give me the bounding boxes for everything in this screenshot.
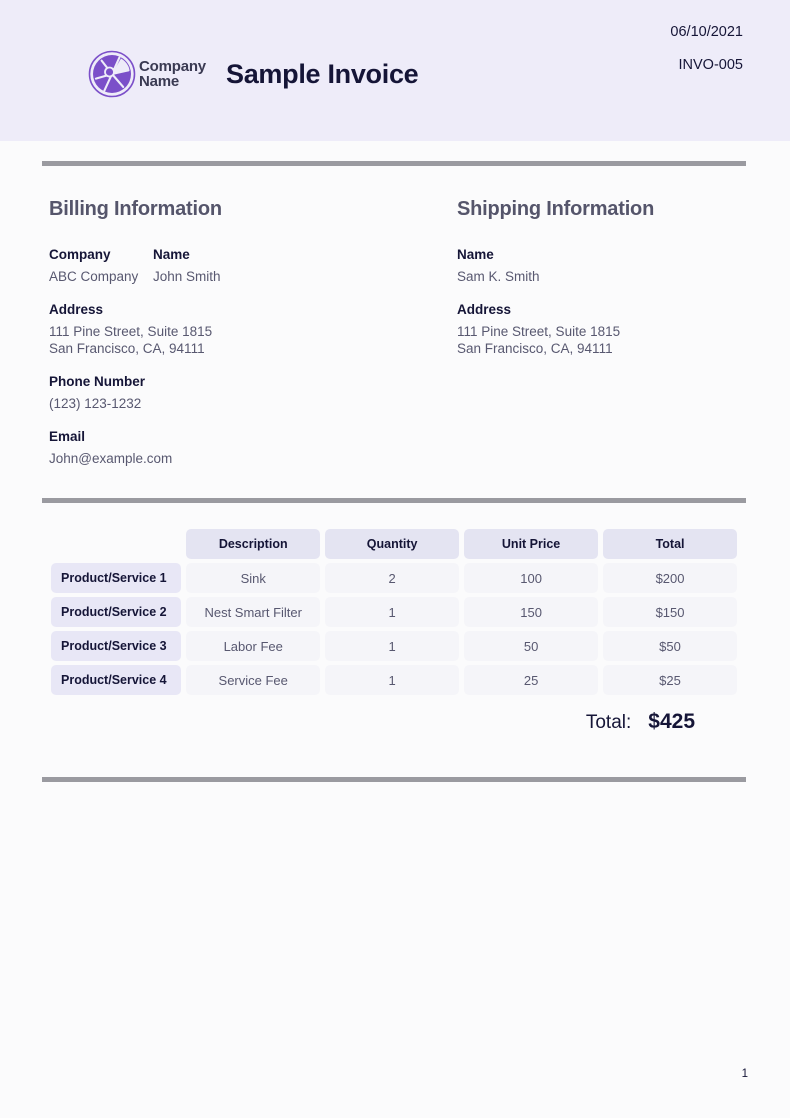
billing-address-line-2: San Francisco, CA, 94111 (49, 340, 449, 357)
billing-email-field: Email John@example.com (49, 429, 449, 467)
shipping-heading: Shipping Information (457, 198, 757, 221)
page-number: 1 (742, 1068, 748, 1080)
cell-unit-price: 25 (464, 665, 598, 695)
row-label: Product/Service 2 (51, 597, 181, 627)
row-label: Product/Service 3 (51, 631, 181, 661)
cell-total: $50 (603, 631, 737, 661)
invoice-date: 06/10/2021 (670, 24, 743, 40)
cell-total: $25 (603, 665, 737, 695)
billing-company-field: Company ABC Company (49, 247, 153, 285)
column-header-description: Description (186, 529, 320, 559)
billing-company-name-row: Company ABC Company Name John Smith (49, 247, 449, 285)
billing-phone-field: Phone Number (123) 123-1232 (49, 374, 449, 412)
invoice-total-row: Total: $425 (51, 710, 737, 734)
divider-bottom (42, 777, 746, 782)
cell-unit-price: 50 (464, 631, 598, 661)
billing-phone-label: Phone Number (49, 374, 449, 389)
cell-quantity: 1 (325, 665, 459, 695)
cell-total: $150 (603, 597, 737, 627)
total-amount: $425 (648, 710, 695, 734)
billing-address-field: Address 111 Pine Street, Suite 1815 San … (49, 302, 449, 357)
table-row: Product/Service 1 Sink 2 100 $200 (51, 563, 737, 593)
invoice-header-band: Company Name Sample Invoice 06/10/2021 I… (0, 0, 790, 141)
billing-address-label: Address (49, 302, 449, 317)
cell-description: Sink (186, 563, 320, 593)
divider-middle (42, 498, 746, 503)
logo-line-2: Name (139, 74, 206, 89)
cell-total: $200 (603, 563, 737, 593)
billing-name-label: Name (153, 247, 221, 262)
billing-email-value: John@example.com (49, 450, 449, 467)
billing-phone-value: (123) 123-1232 (49, 395, 449, 412)
divider-top (42, 161, 746, 166)
shipping-address-line-2: San Francisco, CA, 94111 (457, 340, 757, 357)
cell-quantity: 1 (325, 597, 459, 627)
billing-company-value: ABC Company (49, 268, 153, 285)
shipping-name-label: Name (457, 247, 757, 262)
billing-information-block: Billing Information Company ABC Company … (49, 198, 449, 467)
cell-quantity: 2 (325, 563, 459, 593)
shipping-name-value: Sam K. Smith (457, 268, 757, 285)
cell-quantity: 1 (325, 631, 459, 661)
table-corner-cell (51, 529, 181, 559)
shipping-address-line-1: 111 Pine Street, Suite 1815 (457, 323, 757, 340)
cell-description: Labor Fee (186, 631, 320, 661)
column-header-unit-price: Unit Price (464, 529, 598, 559)
shipping-information-block: Shipping Information Name Sam K. Smith A… (457, 198, 757, 357)
billing-email-label: Email (49, 429, 449, 444)
column-header-total: Total (603, 529, 737, 559)
billing-name-field: Name John Smith (153, 247, 221, 285)
cell-description: Service Fee (186, 665, 320, 695)
row-label: Product/Service 1 (51, 563, 181, 593)
cell-unit-price: 100 (464, 563, 598, 593)
column-header-quantity: Quantity (325, 529, 459, 559)
shipping-name-field: Name Sam K. Smith (457, 247, 757, 285)
company-logo-text: Company Name (139, 59, 206, 89)
table-row: Product/Service 2 Nest Smart Filter 1 15… (51, 597, 737, 627)
logo-line-1: Company (139, 59, 206, 74)
cell-description: Nest Smart Filter (186, 597, 320, 627)
table-row: Product/Service 3 Labor Fee 1 50 $50 (51, 631, 737, 661)
table-header-row: Description Quantity Unit Price Total (51, 529, 737, 559)
total-label: Total: (586, 712, 631, 734)
shipping-address-label: Address (457, 302, 757, 317)
page-title: Sample Invoice (226, 59, 418, 90)
billing-heading: Billing Information (49, 198, 449, 221)
camera-aperture-icon (88, 50, 136, 98)
billing-address-line-1: 111 Pine Street, Suite 1815 (49, 323, 449, 340)
invoice-number: INVO-005 (679, 57, 743, 73)
company-logo: Company Name (88, 50, 206, 98)
header-content: Company Name Sample Invoice 06/10/2021 I… (0, 0, 790, 141)
billing-name-value: John Smith (153, 268, 221, 285)
billing-company-label: Company (49, 247, 153, 262)
line-items-table: Description Quantity Unit Price Total Pr… (51, 529, 737, 695)
table-row: Product/Service 4 Service Fee 1 25 $25 (51, 665, 737, 695)
row-label: Product/Service 4 (51, 665, 181, 695)
shipping-address-field: Address 111 Pine Street, Suite 1815 San … (457, 302, 757, 357)
cell-unit-price: 150 (464, 597, 598, 627)
